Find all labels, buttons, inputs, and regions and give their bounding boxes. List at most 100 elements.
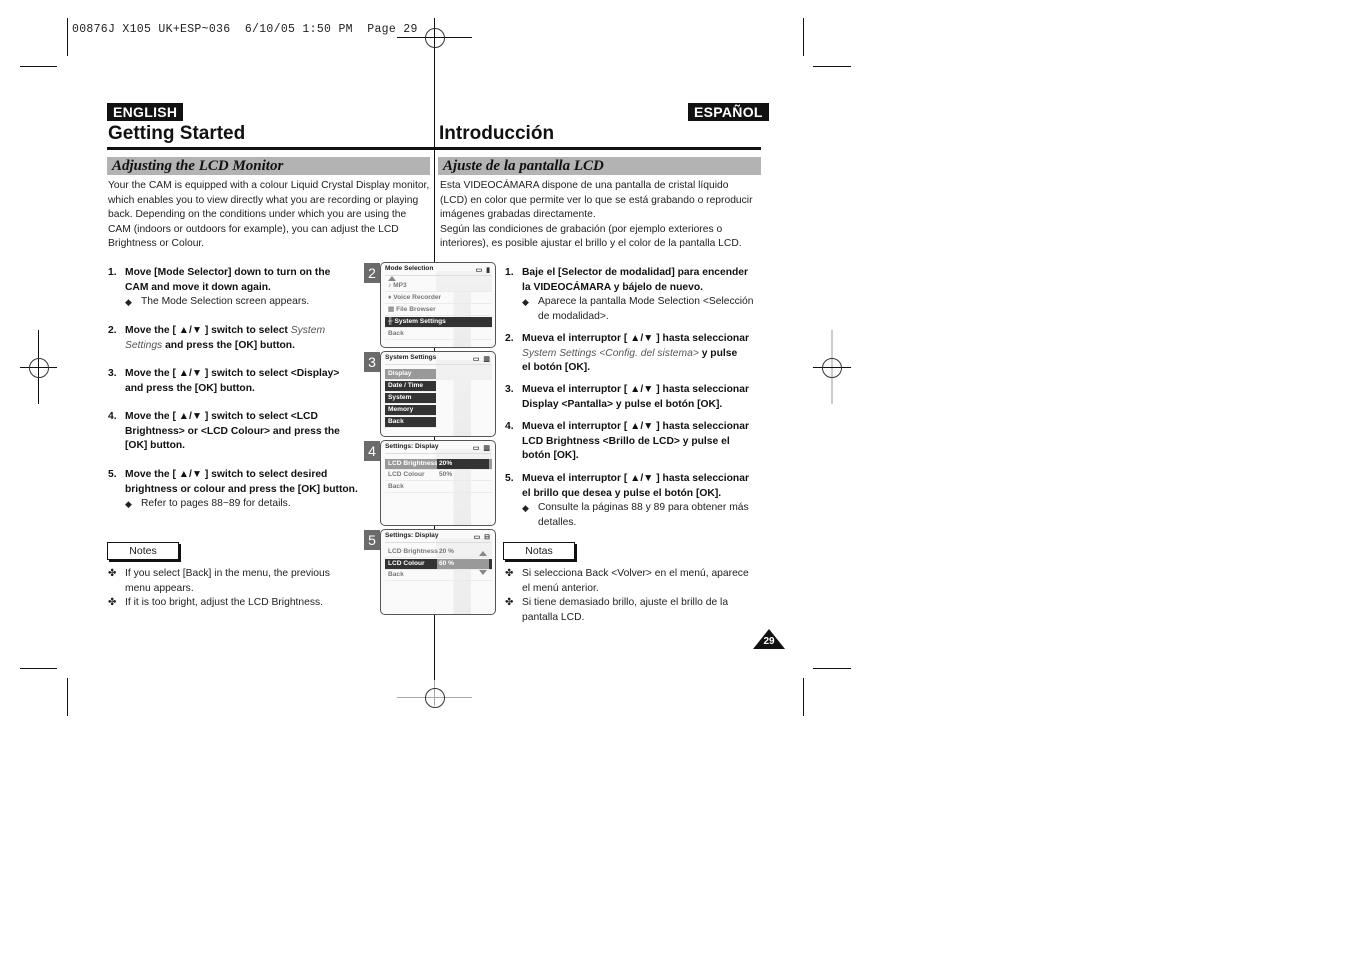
step-text: botón [OK].	[522, 450, 579, 461]
step-number: 2.	[108, 325, 117, 336]
watermark-icon	[436, 360, 492, 436]
note-text: If it is too bright, adjust the LCD Brig…	[125, 597, 324, 608]
intro-line: imágenes grabadas directamente.	[440, 209, 596, 220]
intro-line: back. Depending on the conditions under …	[108, 209, 407, 220]
step-number: 2.	[505, 333, 514, 344]
note-en-2: ✤ If it is too bright, adjust the LCD Br…	[108, 596, 368, 611]
lcd-screen-mode-selection: Mode Selection ▭ ▮ ♪ MP3 ♦ Voice Recorder…	[380, 262, 496, 348]
menu-item: Back	[385, 417, 436, 428]
bullet-es-1: ◆ Aparece la pantalla Mode Selection <Se…	[522, 295, 754, 324]
step-italic: Settings	[125, 339, 163, 351]
step-es-2: 2. Mueva el interruptor [ ▲/▼ ] hasta se…	[505, 332, 775, 376]
screen-title: Settings: Display	[385, 532, 439, 539]
menu-item: ♦ Voice Recorder	[385, 293, 492, 304]
section-title-espanol: Ajuste de la pantalla LCD	[443, 158, 604, 174]
menu-item: Date / Time	[385, 381, 436, 392]
lang-badge-english: ENGLISH	[107, 103, 184, 121]
step-text: y pulse	[698, 347, 738, 359]
step-text: brightness or colour and press the [OK] …	[125, 483, 358, 495]
crop-mark	[67, 678, 68, 716]
step-number: 5.	[505, 473, 514, 484]
step-en-1: 1. Move [Mode Selector] down to turn on …	[108, 266, 368, 295]
section-bar-espanol: Ajuste de la pantalla LCD	[438, 157, 761, 175]
menu-label: File Browser	[396, 306, 436, 313]
bullet-text: Aparece la pantalla Mode Selection <Sele…	[538, 296, 754, 307]
menu-item: ♪ MP3	[385, 281, 492, 292]
step-es-5: 5. Mueva el interruptor [ ▲/▼ ] hasta se…	[505, 472, 775, 501]
lcd-screen-settings-display-colour: Settings: Display ▭ ⊟ LCD Brightness 20 % …	[380, 529, 496, 615]
step-text: el botón [OK].	[522, 362, 591, 373]
chapter-title-english: Getting Started	[108, 123, 246, 144]
diamond-bullet-icon: ◆	[522, 297, 529, 307]
screen-number-3: 3	[364, 352, 380, 372]
setting-label: LCD Colour	[388, 560, 425, 567]
setting-value: 20%	[437, 459, 489, 469]
intro-line: Your the CAM is equipped with a colour L…	[108, 180, 430, 191]
step-number: 3.	[108, 368, 117, 379]
setting-row: LCD Colour 50%	[385, 470, 492, 481]
step-en-4: 4. Move the [ ▲/▼ ] switch to select <LC…	[108, 410, 368, 454]
setting-label: LCD Brightness	[388, 460, 438, 467]
lcd-screen-settings-display-brightness: Settings: Display ▭ ▥ LCD Brightness 20% L…	[380, 440, 496, 526]
setting-row-selected: LCD Colour 60 %	[385, 559, 492, 570]
note-text: el menú anterior.	[522, 582, 599, 594]
intro-line: Según las condiciones de grabación (por …	[440, 223, 723, 235]
crop-mark	[803, 18, 804, 56]
step-number: 1.	[108, 267, 117, 278]
setting-row: LCD Brightness 20 %	[385, 547, 492, 558]
scroll-up-icon	[479, 551, 487, 556]
intro-line: which enables you to view directly what …	[108, 194, 419, 206]
notes-label-espanol: Notas	[503, 542, 575, 560]
diamond-bullet-icon: ◆	[125, 297, 132, 307]
step-text: Mueva el interruptor [ ▲/▼ ] hasta selec…	[522, 421, 749, 432]
step-text: Move [Mode Selector] down to turn on the	[125, 267, 331, 278]
step-text: la VIDEOCÁMARA y bájelo de nuevo.	[522, 281, 703, 293]
step-es-1: 1. Baje el [Selector de modalidad] para …	[505, 266, 775, 295]
card-battery-icon: ▭ ▮	[475, 267, 491, 274]
bullet-es-5: ◆ Consulte la páginas 88 y 89 para obten…	[522, 501, 749, 530]
step-number: 3.	[505, 384, 514, 395]
diamond-bullet-icon: ◆	[125, 499, 132, 509]
step-text: Baje el [Selector de modalidad] para enc…	[522, 267, 749, 278]
step-text: Mueva el interruptor [ ▲/▼ ] hasta selec…	[522, 473, 749, 484]
lcd-screen-system-settings: System Settings ▭ ▥ Display Date / Time S…	[380, 351, 496, 437]
menu-item: ▤ File Browser	[385, 305, 492, 316]
screen-header: Settings: Display ▭ ▥	[385, 443, 491, 454]
crop-mark	[813, 668, 851, 669]
setting-row: Back	[385, 482, 492, 493]
bullet-en-5: ◆ Refer to pages 88~89 for details.	[125, 497, 291, 512]
step-number: 1.	[505, 267, 514, 278]
chapter-title-espanol: Introducción	[439, 123, 555, 144]
note-en-1: ✤ If you select [Back] in the menu, the …	[108, 567, 368, 596]
bullet-en-1: ◆ The Mode Selection screen appears.	[125, 295, 309, 310]
menu-item: Memory	[385, 405, 436, 416]
chapter-rule	[107, 147, 434, 150]
menu-label: System Settings	[394, 318, 446, 325]
note-text: pantalla LCD.	[522, 611, 585, 623]
crop-mark	[813, 66, 851, 67]
card-battery-icon: ▭ ⊟	[473, 534, 491, 541]
intro-espanol: Esta VIDEOCÁMARA dispone de una pantalla…	[440, 179, 770, 252]
screen-number-4: 4	[364, 441, 380, 461]
intro-line: Brightness or Colour.	[108, 238, 205, 249]
note-text: menu appears.	[125, 582, 194, 594]
diamond-bullet-icon: ◆	[522, 503, 529, 513]
notes-label-english: Notes	[107, 542, 179, 560]
step-en-3: 3. Move the [ ▲/▼ ] switch to select <Di…	[108, 367, 368, 396]
note-es-1: ✤ Si selecciona Back <Volver> en el menú…	[505, 567, 775, 596]
step-number: 4.	[108, 411, 117, 422]
step-italic: System	[290, 325, 326, 336]
setting-row: Back	[385, 570, 492, 581]
crop-mark	[67, 18, 68, 56]
intro-line: CAM (indoors or outdoors for example), y…	[108, 223, 399, 235]
bullet-text: de modalidad>.	[538, 310, 609, 322]
step-text: and press the [OK] button.	[162, 339, 295, 351]
note-cross-icon: ✤	[108, 597, 117, 608]
note-es-2: ✤ Si tiene demasiado brillo, ajuste el b…	[505, 596, 775, 625]
screen-title: System Settings	[385, 354, 437, 361]
screen-number-2: 2	[364, 263, 380, 283]
menu-item: System	[385, 393, 436, 404]
registration-mark	[822, 358, 842, 378]
step-number: 5.	[108, 469, 117, 480]
setting-value: 60 %	[437, 559, 489, 569]
